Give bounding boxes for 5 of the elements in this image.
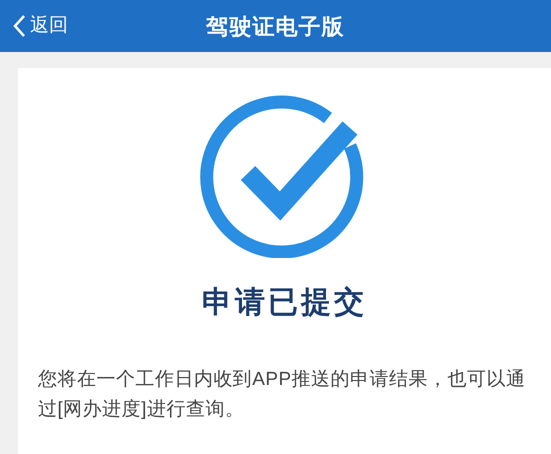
chevron-left-icon (12, 14, 26, 38)
back-button[interactable]: 返回 (0, 12, 68, 40)
result-title: 申请已提交 (202, 285, 367, 321)
result-message: 您将在一个工作日内收到APP推送的申请结果，也可以通过[网办进度]进行查询。 (37, 368, 526, 422)
page-title: 驾驶证电子版 (206, 12, 345, 40)
